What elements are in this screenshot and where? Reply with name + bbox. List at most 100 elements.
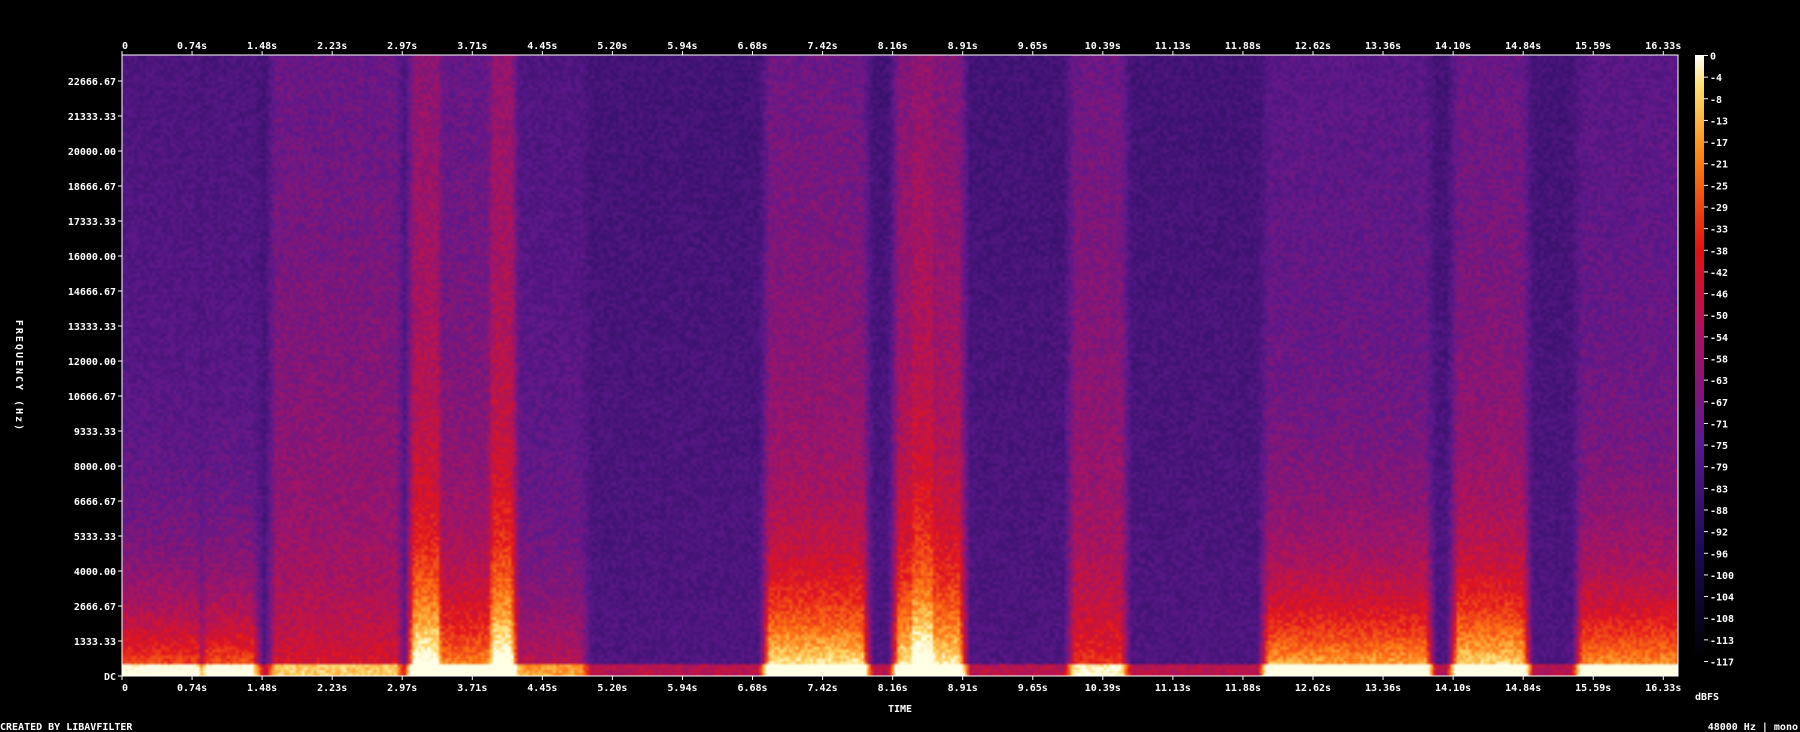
x-tick-label-top: 0 [122, 41, 128, 52]
x-tick-label-top: 4.45s [527, 41, 557, 52]
x-tick-label-top: 11.88s [1225, 41, 1261, 52]
x-tick-label-top: 2.97s [387, 41, 417, 52]
x-tick-label-top: 13.36s [1365, 41, 1401, 52]
x-tick-label-top: 8.16s [878, 41, 908, 52]
colorbar-tick-label: -83 [1710, 484, 1728, 495]
colorbar-tick-label: -88 [1710, 506, 1728, 517]
x-tick-label-top: 1.48s [247, 41, 277, 52]
x-tick-label-top: 5.94s [667, 41, 697, 52]
x-tick-label-top: 5.20s [597, 41, 627, 52]
x-tick-label-bottom: 15.59s [1575, 683, 1611, 694]
x-tick-label-bottom: 5.20s [597, 683, 627, 694]
x-tick-label-bottom: 13.36s [1365, 683, 1401, 694]
x-tick-label-bottom: 14.10s [1435, 683, 1471, 694]
colorbar-tick-label: -58 [1710, 355, 1728, 366]
x-tick-label-top: 6.68s [737, 41, 767, 52]
colorbar-tick-label: -92 [1710, 528, 1728, 539]
x-tick-label-top: 10.39s [1085, 41, 1121, 52]
colorbar-tick-label: -21 [1710, 160, 1728, 171]
colorbar-tick-label: -4 [1710, 73, 1722, 84]
x-tick-label-top: 7.42s [808, 41, 838, 52]
spectrogram-image [122, 55, 1678, 676]
x-tick-label-top: 8.91s [948, 41, 978, 52]
x-tick-label-bottom: 12.62s [1295, 683, 1331, 694]
credit-text: CREATED BY LIBAVFILTER [0, 722, 133, 732]
colorbar-tick-label: -96 [1710, 549, 1728, 560]
colorbar-tick-label: -25 [1710, 181, 1728, 192]
colorbar-tick-label: -17 [1710, 138, 1728, 149]
format-text: 48000 Hz | mono [1708, 722, 1798, 732]
colorbar-tick-label: -75 [1710, 441, 1728, 452]
x-tick-label-bottom: 1.48s [247, 683, 277, 694]
y-tick-label: 17333.33 [68, 217, 116, 228]
y-tick-label: 20000.00 [68, 147, 116, 158]
colorbar-tick-label: -42 [1710, 268, 1728, 279]
x-tick-label-top: 15.59s [1575, 41, 1611, 52]
x-tick-label-top: 14.10s [1435, 41, 1471, 52]
x-tick-label-bottom: 7.42s [808, 683, 838, 694]
y-tick-label: 16000.00 [68, 252, 116, 263]
y-tick-label: 14666.67 [68, 287, 116, 298]
y-tick-label: 6666.67 [74, 497, 116, 508]
y-tick-label: 13333.33 [68, 322, 116, 333]
colorbar-tick-label: -104 [1710, 593, 1734, 604]
x-tick-label-bottom: 11.13s [1155, 683, 1191, 694]
y-tick-label: 18666.67 [68, 182, 116, 193]
y-axis-label: FREQUENCY (Hz) [13, 320, 24, 432]
x-tick-label-bottom: 8.91s [948, 683, 978, 694]
colorbar-tick-label: -13 [1710, 116, 1728, 127]
colorbar-tick-label: -113 [1710, 636, 1734, 647]
colorbar-tick-label: -79 [1710, 463, 1728, 474]
x-tick-label-bottom: 5.94s [667, 683, 697, 694]
spectrogram-figure: 0 0.74s 1.48s 2.23s 2.97s 3.71s 4.45s 5.20s 5.94… [0, 0, 1800, 732]
x-tick-label-bottom: 9.65s [1018, 683, 1048, 694]
y-tick-label: 4000.00 [74, 567, 116, 578]
colorbar-tick-label: -67 [1710, 398, 1728, 409]
x-tick-label-bottom: 0.74s [177, 683, 207, 694]
colorbar-tick-label: 0 [1710, 52, 1716, 63]
colorbar-tick-label: -100 [1710, 571, 1734, 582]
x-tick-label-bottom: 0 [122, 683, 128, 694]
x-tick-label-bottom: 4.45s [527, 683, 557, 694]
x-tick-label-top: 0.74s [177, 41, 207, 52]
x-tick-label-top: 3.71s [457, 41, 487, 52]
x-tick-label-top: 12.62s [1295, 41, 1331, 52]
x-tick-label-bottom: 14.84s [1505, 683, 1541, 694]
x-tick-label-bottom: 8.16s [878, 683, 908, 694]
y-tick-label: 9333.33 [74, 427, 116, 438]
colorbar-tick-label: -108 [1710, 614, 1734, 625]
colorbar-tick-label: -50 [1710, 311, 1728, 322]
x-tick-label-bottom: 16.33s [1645, 683, 1681, 694]
y-tick-label: 5333.33 [74, 532, 116, 543]
x-tick-label-top: 16.33s [1645, 41, 1681, 52]
x-axis-label: TIME [888, 704, 912, 715]
colorbar-tick-label: -117 [1710, 658, 1734, 669]
colorbar-tick-label: -8 [1710, 95, 1722, 106]
colorbar-tick-label: -71 [1710, 419, 1728, 430]
y-tick-label: 1333.33 [74, 637, 116, 648]
y-tick-label: 8000.00 [74, 462, 116, 473]
colorbar-tick-label: -54 [1710, 333, 1728, 344]
y-tick-label: 12000.00 [68, 357, 116, 368]
colorbar-gradient [1695, 55, 1704, 661]
colorbar-tick-label: -29 [1710, 203, 1728, 214]
x-tick-label-top: 2.23s [317, 41, 347, 52]
colorbar-tick-label: -63 [1710, 376, 1728, 387]
x-tick-label-bottom: 11.88s [1225, 683, 1261, 694]
y-tick-label: DC [104, 672, 116, 683]
x-tick-label-bottom: 2.23s [317, 683, 347, 694]
colorbar-tick-label: -38 [1710, 246, 1728, 257]
x-tick-label-top: 14.84s [1505, 41, 1541, 52]
colorbar-tick-label: -46 [1710, 290, 1728, 301]
y-tick-label: 21333.33 [68, 112, 116, 123]
x-tick-label-top: 11.13s [1155, 41, 1191, 52]
x-tick-label-bottom: 2.97s [387, 683, 417, 694]
x-tick-label-top: 9.65s [1018, 41, 1048, 52]
x-tick-label-bottom: 6.68s [737, 683, 767, 694]
spectrogram-plot [121, 54, 1679, 677]
y-tick-label: 22666.67 [68, 77, 116, 88]
x-tick-label-bottom: 3.71s [457, 683, 487, 694]
y-tick-label: 2666.67 [74, 602, 116, 613]
colorbar-tick-label: -33 [1710, 225, 1728, 236]
y-tick-label: 10666.67 [68, 392, 116, 403]
